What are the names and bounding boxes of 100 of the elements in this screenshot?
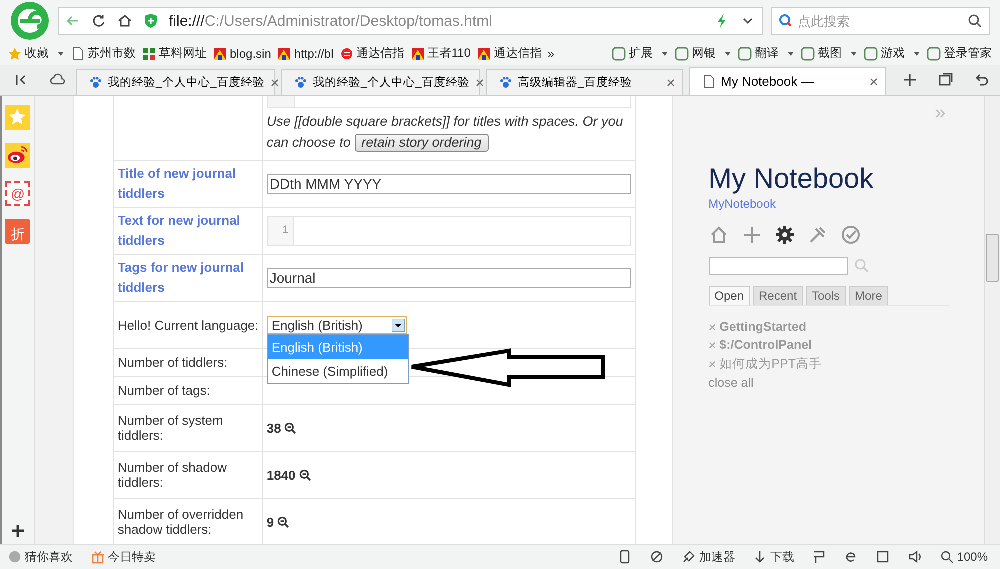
bookmark[interactable]: http://bl [277, 46, 334, 60]
accelerator-button[interactable]: 加速器 [682, 548, 736, 566]
toolbar-tool[interactable]: 网银 [675, 45, 732, 62]
url-text[interactable]: file:///C:/Users/Administrator/Desktop/tomas.html [169, 12, 704, 30]
stat-label: Number of overridden shadow tiddlers: [118, 507, 245, 537]
dot-icon [8, 550, 22, 564]
sidebar-tab[interactable]: Recent [753, 286, 804, 305]
close-icon[interactable] [666, 78, 676, 88]
speaker-icon[interactable] [908, 550, 922, 564]
paw-icon [89, 76, 103, 90]
home-icon[interactable] [117, 13, 133, 29]
close-icon[interactable] [474, 78, 485, 88]
stat-label: Number of system tiddlers: [118, 413, 224, 443]
search-field[interactable] [708, 257, 848, 275]
search-bar[interactable]: 点此搜索 [771, 7, 990, 35]
toolbar-tool[interactable]: 截图 [801, 45, 858, 62]
caret-icon[interactable] [913, 50, 921, 58]
tools-icon[interactable] [808, 225, 828, 245]
mail-icon[interactable]: @ [5, 181, 30, 206]
setting-link[interactable]: Text for new journal tiddlers [118, 211, 258, 251]
close-icon[interactable] [270, 78, 280, 88]
plus-icon[interactable] [742, 225, 762, 245]
address-bar[interactable]: file:///C:/Users/Administrator/Desktop/tomas.html [58, 7, 763, 35]
add-icon[interactable] [10, 524, 25, 538]
setting-link[interactable]: Title of new journal tiddlers [118, 164, 258, 204]
toolbar-tool[interactable]: 翻译 [738, 45, 795, 62]
flag-icon[interactable] [812, 550, 826, 564]
status-item[interactable]: 猜你喜欢 [8, 548, 73, 566]
app-icon [864, 46, 878, 60]
app-icon [675, 46, 689, 60]
sidebar-tab[interactable]: Open [708, 286, 750, 305]
mosaic-icon [213, 46, 227, 60]
caret-icon[interactable] [661, 50, 669, 58]
caret-icon[interactable] [724, 50, 732, 58]
zoom-icon[interactable] [298, 468, 312, 482]
grid-icon [142, 46, 156, 60]
mosaic-icon [277, 46, 292, 60]
bookmark[interactable]: blog.sin [213, 46, 272, 60]
dropdown-option[interactable]: Chinese (Simplified) [268, 359, 408, 383]
sidebar-tab[interactable]: Tools [806, 286, 846, 305]
zoom-icon[interactable] [284, 422, 298, 434]
bookmark[interactable]: 收藏 [8, 45, 65, 62]
bookmark[interactable]: 王者110 [410, 45, 471, 62]
check-circle-icon[interactable] [840, 225, 861, 245]
new-tab-icon[interactable] [902, 72, 918, 88]
editor-field[interactable] [266, 96, 631, 108]
toolbar-tool[interactable]: 游戏 [864, 45, 921, 62]
app-icon [801, 46, 815, 60]
zoom-level[interactable]: 100% [940, 550, 988, 564]
bookmark[interactable]: 草料网址 [142, 45, 207, 62]
search-icon[interactable] [967, 13, 983, 29]
status-item[interactable]: 今日特卖 [91, 548, 156, 566]
bookmark[interactable]: 通达信指 [340, 45, 405, 62]
mosaic-icon [476, 46, 491, 60]
caret-icon[interactable] [850, 50, 858, 58]
star-icon [8, 46, 22, 60]
setting-link[interactable]: Tags for new journal tiddlers [118, 258, 258, 298]
download-button[interactable]: 下载 [753, 548, 794, 566]
ie-icon[interactable] [844, 550, 858, 564]
more-bookmarks-button[interactable]: » [548, 46, 555, 60]
gear-icon[interactable] [774, 225, 795, 245]
app-icon [612, 46, 626, 60]
browser-logo-icon[interactable] [10, 1, 50, 41]
sidebar-tab[interactable]: More [849, 286, 888, 305]
stat-value: 38 [266, 420, 282, 436]
input-field[interactable]: DDth MMM YYYY [266, 174, 631, 194]
paw-icon [499, 76, 513, 90]
caret-icon[interactable] [787, 50, 795, 58]
stat-label: Number of tiddlers: [118, 355, 228, 370]
caret-icon[interactable] [57, 50, 65, 58]
stat-value: 9 [266, 514, 274, 530]
window-icon[interactable] [876, 550, 890, 564]
language-select[interactable]: English (British) [266, 316, 407, 334]
retain-order-button[interactable]: retain story ordering [354, 134, 489, 152]
reload-icon[interactable] [91, 13, 107, 29]
bookmark[interactable]: 通达信指 [476, 45, 542, 62]
phone-icon[interactable] [618, 550, 632, 564]
zoom-icon[interactable] [277, 516, 290, 528]
bookmark[interactable]: 苏州市数 [71, 45, 136, 62]
search-icon [940, 550, 954, 564]
toolbar-tool[interactable]: 扩展 [612, 45, 669, 62]
paw-icon [294, 76, 308, 90]
page-icon [71, 46, 85, 60]
site-title: My Notebook [708, 163, 874, 195]
scrollbar[interactable] [984, 96, 1000, 544]
windows-icon[interactable] [938, 72, 954, 88]
shield-icon [143, 13, 159, 29]
gift-icon [91, 550, 105, 564]
browser-tab[interactable]: My Notebook — [689, 67, 886, 95]
app-icon [738, 46, 752, 60]
help-text: Use [[double square brackets]] for titles with spaces. Or you can choose to retain story ordering [266, 113, 624, 153]
download-icon [753, 550, 768, 564]
stat-label: Number of tags: [118, 383, 210, 398]
input-field[interactable]: Journal [266, 268, 631, 288]
browser-tab[interactable]: 高级编辑器_百度经验 [486, 69, 683, 95]
dropdown-arrow-icon[interactable] [392, 318, 405, 332]
toolbar-tool[interactable]: 登录管家 [927, 45, 992, 62]
close-icon[interactable] [869, 76, 879, 86]
eye-icon[interactable] [5, 143, 30, 168]
undo-icon[interactable] [974, 72, 990, 88]
